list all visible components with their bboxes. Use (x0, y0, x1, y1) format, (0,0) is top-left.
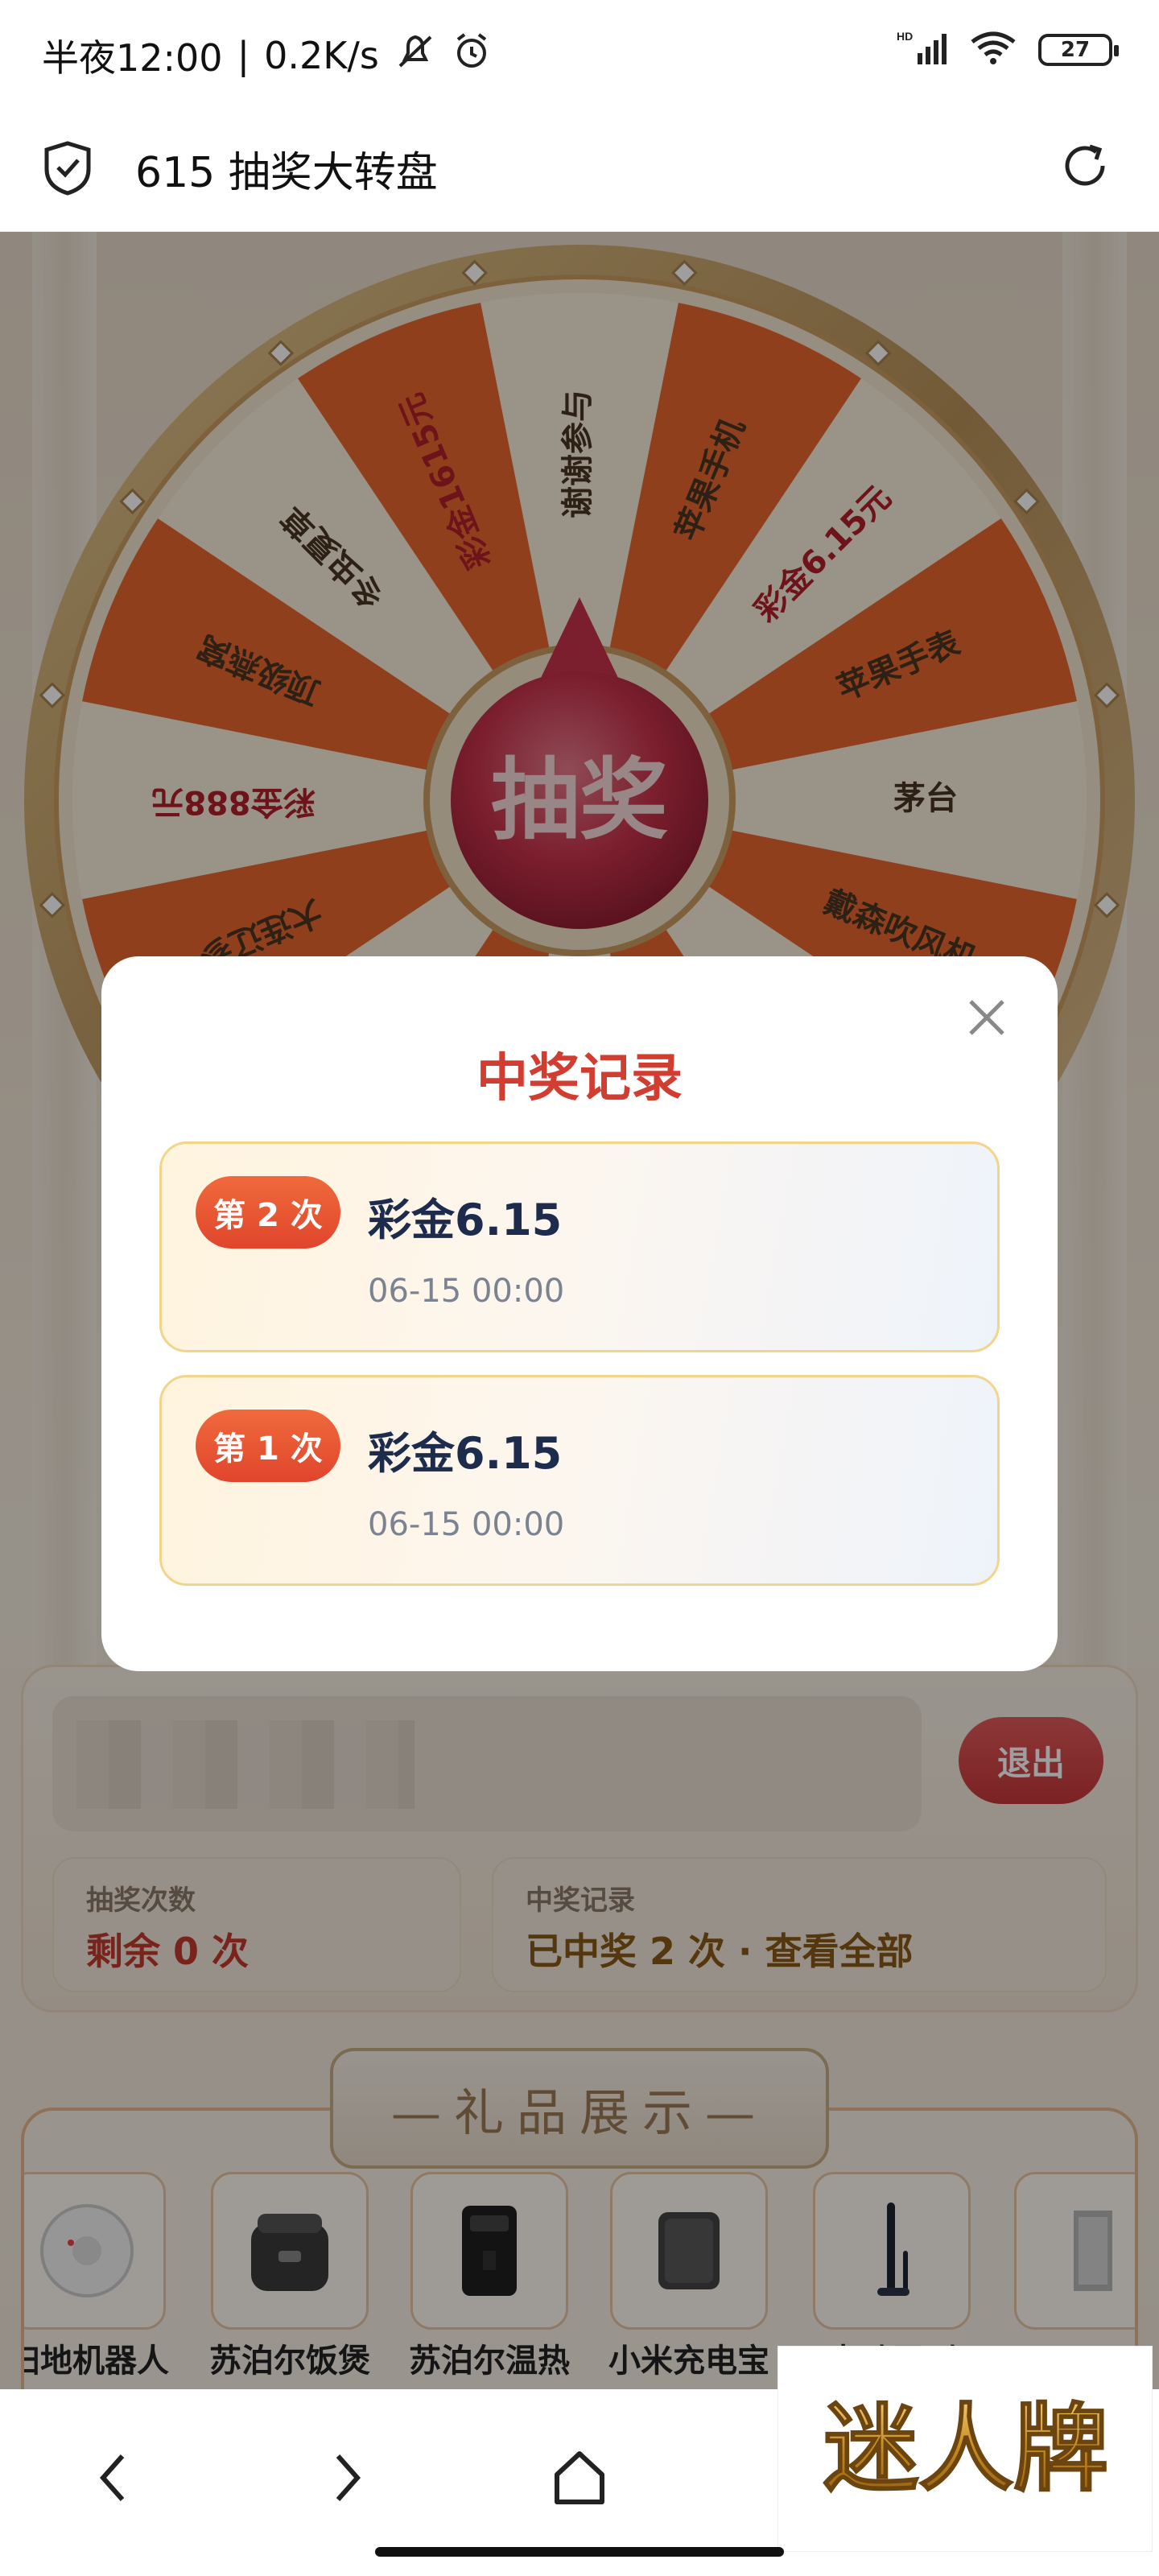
win-records-modal: 中奖记录 第 2 次 彩金6.15 06-15 00:00 第 1 次 彩金6.… (101, 956, 1058, 1671)
record-time: 06-15 00:00 (368, 1506, 565, 1543)
record-item: 第 2 次 彩金6.15 06-15 00:00 (159, 1141, 1000, 1352)
page-title: 615 抽奖大转盘 (135, 149, 438, 197)
battery-indicator: 27 (1038, 34, 1119, 66)
forward-icon[interactable] (306, 2438, 386, 2518)
record-count-badge: 第 1 次 (196, 1410, 340, 1482)
modal-title: 中奖记录 (476, 1049, 683, 1108)
status-right: HD 27 (897, 30, 1119, 69)
back-icon[interactable] (74, 2438, 155, 2518)
status-left: 半夜12:00 | 0.2K/s (42, 29, 492, 82)
home-indicator[interactable] (375, 2547, 784, 2557)
home-icon[interactable] (539, 2438, 620, 2518)
status-separator: | (237, 34, 250, 77)
signal-icon: HD (897, 30, 948, 69)
status-time: 半夜12:00 (42, 36, 223, 80)
shield-check-icon[interactable] (42, 140, 93, 200)
status-bar: 半夜12:00 | 0.2K/s HD 27 (0, 0, 1159, 103)
alarm-icon (452, 31, 492, 80)
refresh-icon[interactable] (1058, 138, 1112, 196)
watermark-logo: 迷人牌 (777, 2346, 1153, 2552)
record-time: 06-15 00:00 (368, 1273, 565, 1310)
status-network-speed: 0.2K/s (264, 34, 379, 77)
record-count-badge: 第 2 次 (196, 1176, 340, 1249)
record-prize: 彩金6.15 (368, 1195, 563, 1245)
record-item: 第 1 次 彩金6.15 06-15 00:00 (159, 1375, 1000, 1586)
wifi-icon (969, 31, 1017, 69)
title-bar: 615 抽奖大转盘 (0, 103, 1159, 232)
watermark-text: 迷人牌 (823, 2392, 1108, 2504)
svg-text:HD: HD (897, 31, 913, 43)
mute-icon (394, 32, 437, 80)
record-prize: 彩金6.15 (368, 1428, 563, 1479)
